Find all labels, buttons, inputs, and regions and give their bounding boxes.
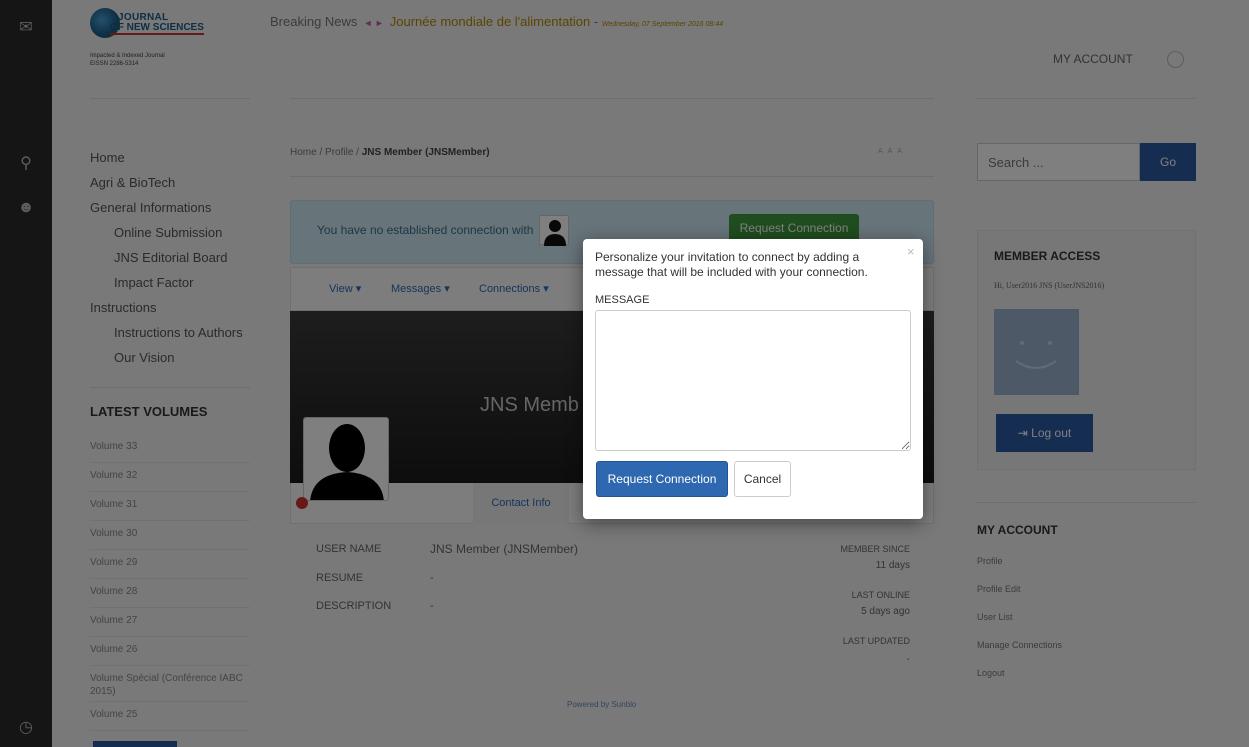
- close-icon[interactable]: ×: [907, 244, 915, 259]
- connection-request-dialog: × Personalize your invitation to connect…: [583, 239, 923, 519]
- request-connection-button[interactable]: Request Connection: [596, 461, 728, 497]
- cancel-button[interactable]: Cancel: [734, 461, 791, 497]
- message-field-label: MESSAGE: [595, 294, 650, 306]
- message-textarea[interactable]: [595, 310, 911, 451]
- dialog-message: Personalize your invitation to connect b…: [595, 250, 868, 279]
